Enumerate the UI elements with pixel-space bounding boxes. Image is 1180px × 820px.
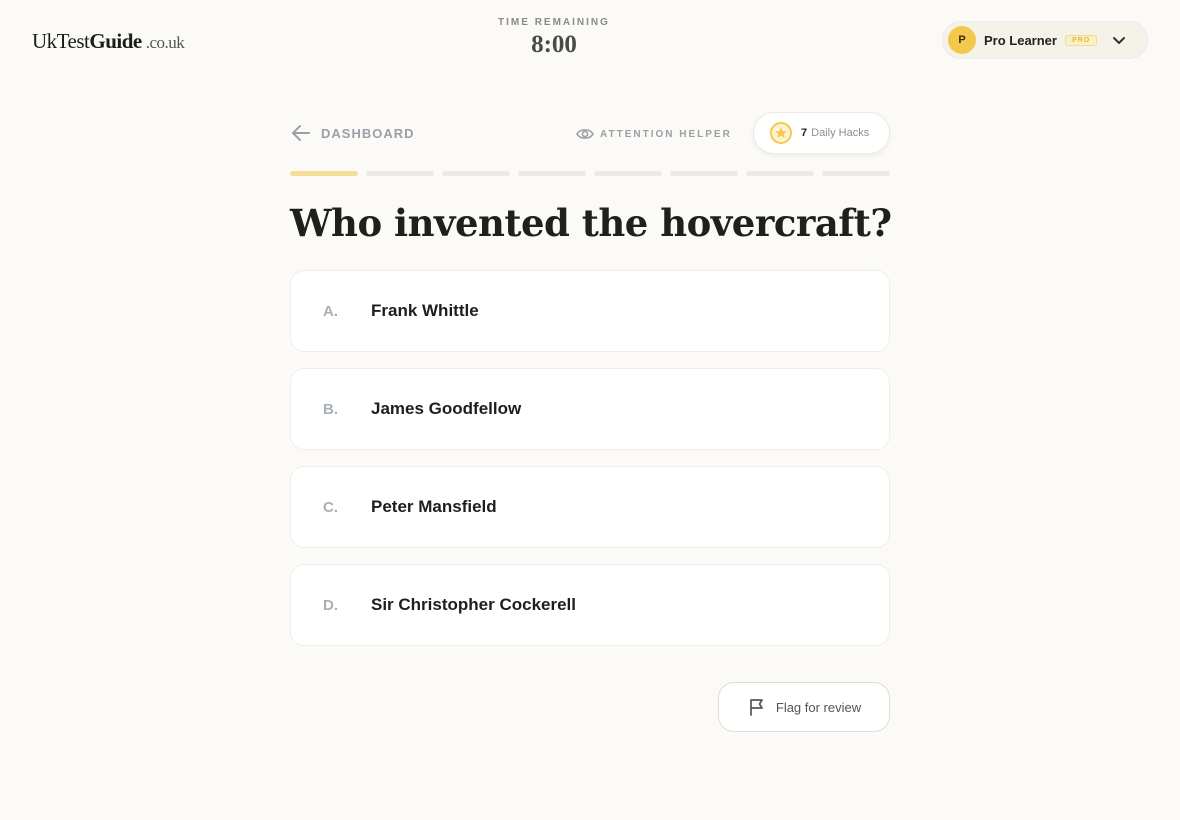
attention-helper-label: ATTENTION HELPER xyxy=(600,128,732,140)
arrow-left-icon xyxy=(292,125,310,141)
progress-segment xyxy=(366,171,434,176)
progress-segment xyxy=(670,171,738,176)
answer-list: A. Frank Whittle B. James Goodfellow C. … xyxy=(290,270,890,662)
attention-helper-button[interactable]: ATTENTION HELPER xyxy=(576,125,732,143)
answer-option-d[interactable]: D. Sir Christopher Cockerell xyxy=(290,564,890,646)
answer-letter: A. xyxy=(323,302,338,320)
user-menu[interactable]: P Pro Learner PRO xyxy=(942,21,1148,59)
answer-text: Frank Whittle xyxy=(371,301,479,320)
answer-option-b[interactable]: B. James Goodfellow xyxy=(290,368,890,450)
progress-segment xyxy=(746,171,814,176)
avatar: P xyxy=(948,26,976,54)
progress-segment xyxy=(822,171,890,176)
logo-tld: .co.uk xyxy=(145,33,185,52)
pro-badge: PRO xyxy=(1064,34,1098,46)
logo-text-uk: Uk xyxy=(32,29,57,53)
flag-for-review-button[interactable]: Flag for review xyxy=(718,682,890,732)
progress-segment xyxy=(442,171,510,176)
daily-hacks-count: 7 xyxy=(801,127,808,139)
progress-segment xyxy=(518,171,586,176)
user-name: Pro Learner xyxy=(984,32,1057,48)
dashboard-label: DASHBOARD xyxy=(321,125,415,141)
question-nav: DASHBOARD ATTENTION HELPER 7 Daily Hacks xyxy=(290,112,890,154)
answer-text: Sir Christopher Cockerell xyxy=(371,595,577,614)
answer-text: James Goodfellow xyxy=(371,399,522,418)
question-progress xyxy=(290,171,890,177)
timer-value: 8:00 xyxy=(531,31,577,58)
daily-hacks-button[interactable]: 7 Daily Hacks xyxy=(753,112,890,154)
chevron-down-icon xyxy=(1113,37,1126,44)
logo-text-guide: Guide xyxy=(89,29,142,53)
flag-icon xyxy=(750,699,763,716)
answer-letter: C. xyxy=(323,498,338,516)
timer-label: TIME REMAINING xyxy=(498,17,610,28)
progress-segment xyxy=(290,171,358,176)
answer-text: Peter Mansfield xyxy=(371,497,497,516)
site-logo[interactable]: UkTestGuide .co.uk xyxy=(32,29,185,54)
answer-option-c[interactable]: C. Peter Mansfield xyxy=(290,466,890,548)
answer-letter: B. xyxy=(323,400,338,418)
eye-icon xyxy=(576,129,594,139)
question-text: Who invented the hovercraft? xyxy=(290,201,892,245)
answer-option-a[interactable]: A. Frank Whittle xyxy=(290,270,890,352)
progress-segment xyxy=(594,171,662,176)
dashboard-back-link[interactable]: DASHBOARD xyxy=(290,122,415,144)
daily-hacks-label: Daily Hacks xyxy=(811,127,870,139)
logo-text-test: Test xyxy=(56,29,90,53)
answer-letter: D. xyxy=(323,596,338,614)
star-coin-icon xyxy=(770,122,792,144)
flag-for-review-label: Flag for review xyxy=(775,699,862,715)
timer: TIME REMAINING 8:00 xyxy=(454,17,654,59)
